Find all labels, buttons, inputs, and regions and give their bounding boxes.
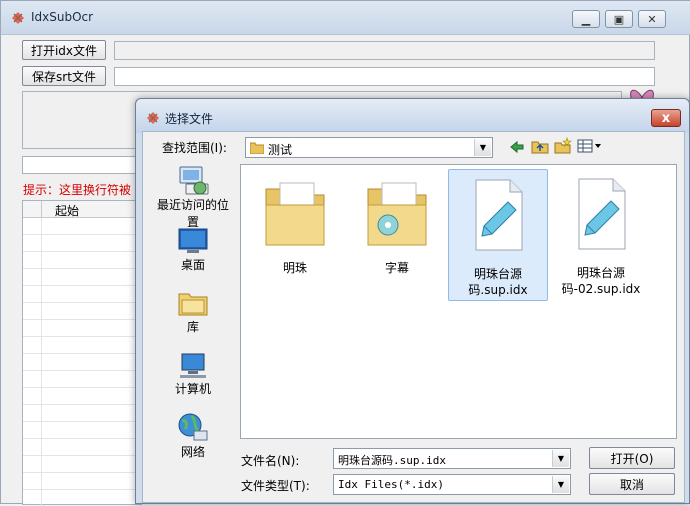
chevron-down-icon: ▼ <box>557 454 565 463</box>
place-libraries-label: 库 <box>186 320 199 334</box>
filename-dropdown-arrow[interactable]: ▼ <box>552 450 569 467</box>
place-libraries[interactable]: 库 <box>156 288 230 335</box>
chevron-down-icon: ▼ <box>479 143 487 152</box>
main-title-bar[interactable]: IdxSubOcr ▁ ▣ ✕ <box>1 1 690 35</box>
filetype-select[interactable]: Idx Files(*.idx) ▼ <box>333 474 571 495</box>
back-icon[interactable] <box>509 140 525 154</box>
folder-icon <box>250 142 264 154</box>
srt-path-field[interactable] <box>114 67 655 86</box>
dialog-title: 选择文件 <box>165 112 214 126</box>
open-idx-button[interactable]: 打开idx文件 <box>22 40 106 60</box>
lookin-combo[interactable]: 测试 ▼ <box>245 137 493 158</box>
open-button[interactable]: 打开(O) <box>589 447 675 469</box>
filetype-label: 文件类型(T): <box>241 479 310 493</box>
place-computer[interactable]: 计算机 <box>156 350 230 397</box>
place-desktop-label: 桌面 <box>180 258 205 272</box>
app-icon <box>12 12 24 24</box>
maximize-button[interactable]: ▣ <box>605 10 633 28</box>
filetype-dropdown-arrow[interactable]: ▼ <box>552 476 569 493</box>
cancel-button[interactable]: 取消 <box>589 473 675 495</box>
folder-icon <box>265 182 325 246</box>
up-folder-icon[interactable] <box>531 138 549 154</box>
filename-value: 明珠台源码.sup.idx <box>338 454 446 467</box>
lookin-label: 查找范围(I): <box>162 141 227 155</box>
table-header-row: 起始 <box>23 201 141 218</box>
place-network[interactable]: 网络 <box>156 411 230 460</box>
lookin-dropdown-arrow[interactable]: ▼ <box>474 139 491 156</box>
new-folder-icon[interactable] <box>554 137 572 154</box>
minimize-icon: ▁ <box>581 12 591 26</box>
table-header-start: 起始 <box>55 204 80 218</box>
place-computer-label: 计算机 <box>174 382 211 396</box>
file-item[interactable]: 字幕 <box>347 173 447 285</box>
filename-input[interactable]: 明珠台源码.sup.idx ▼ <box>333 448 571 469</box>
dialog-body: 查找范围(I): 测试 ▼ 最近访问的位置 桌面 库 计算机 网络 明珠 字幕 … <box>142 131 685 503</box>
main-title: IdxSubOcr <box>31 10 94 24</box>
filename-label: 文件名(N): <box>241 454 300 468</box>
computer-icon <box>180 353 206 378</box>
recent-places-icon <box>179 166 209 195</box>
open-file-dialog: 选择文件 x 查找范围(I): 测试 ▼ 最近访问的位置 桌面 库 计算机 网络… <box>135 98 690 504</box>
place-desktop[interactable]: 桌面 <box>156 226 230 273</box>
file-label: 明珠台源码-02.sup.idx <box>561 266 641 296</box>
place-recent[interactable]: 最近访问的位置 <box>156 164 230 230</box>
view-menu-icon[interactable] <box>577 139 603 153</box>
place-network-label: 网络 <box>180 445 205 459</box>
folder-media-icon <box>367 182 427 246</box>
subtitle-table[interactable]: 起始 <box>22 200 142 506</box>
place-recent-label: 最近访问的位置 <box>156 198 229 229</box>
desktop-icon <box>178 228 208 253</box>
file-item[interactable]: 明珠 <box>245 173 345 285</box>
hint-text: 提示：这里换行符被 <box>23 183 132 197</box>
chevron-down-icon: ▼ <box>557 480 565 489</box>
notepad-file-icon <box>578 178 626 250</box>
idx-path-field[interactable] <box>114 41 655 60</box>
dialog-close-button[interactable]: x <box>651 109 681 127</box>
file-label: 字幕 <box>384 261 409 275</box>
minimize-button[interactable]: ▁ <box>572 10 600 28</box>
file-list[interactable]: 明珠 字幕 明珠台源码.sup.idx 明珠台源码-02.sup.idx <box>240 164 677 439</box>
filetype-value: Idx Files(*.idx) <box>338 478 444 491</box>
libraries-icon <box>178 293 208 316</box>
notepad-file-icon <box>475 179 523 251</box>
dialog-title-bar[interactable]: 选择文件 x <box>136 99 689 133</box>
maximize-icon: ▣ <box>613 12 625 26</box>
dialog-app-icon <box>147 112 159 124</box>
network-icon <box>178 413 208 441</box>
places-bar: 最近访问的位置 桌面 库 计算机 网络 <box>149 164 237 504</box>
close-icon: x <box>661 110 671 126</box>
file-label: 明珠 <box>282 261 307 275</box>
file-item-selected[interactable]: 明珠台源码.sup.idx <box>448 169 548 301</box>
text-input[interactable] <box>22 156 142 174</box>
main-close-button[interactable]: ✕ <box>638 10 666 28</box>
file-label: 明珠台源码.sup.idx <box>468 267 528 297</box>
close-icon: ✕ <box>647 12 657 26</box>
lookin-value: 测试 <box>268 143 293 157</box>
save-srt-button[interactable]: 保存srt文件 <box>22 66 106 86</box>
file-item[interactable]: 明珠台源码-02.sup.idx <box>551 169 651 301</box>
